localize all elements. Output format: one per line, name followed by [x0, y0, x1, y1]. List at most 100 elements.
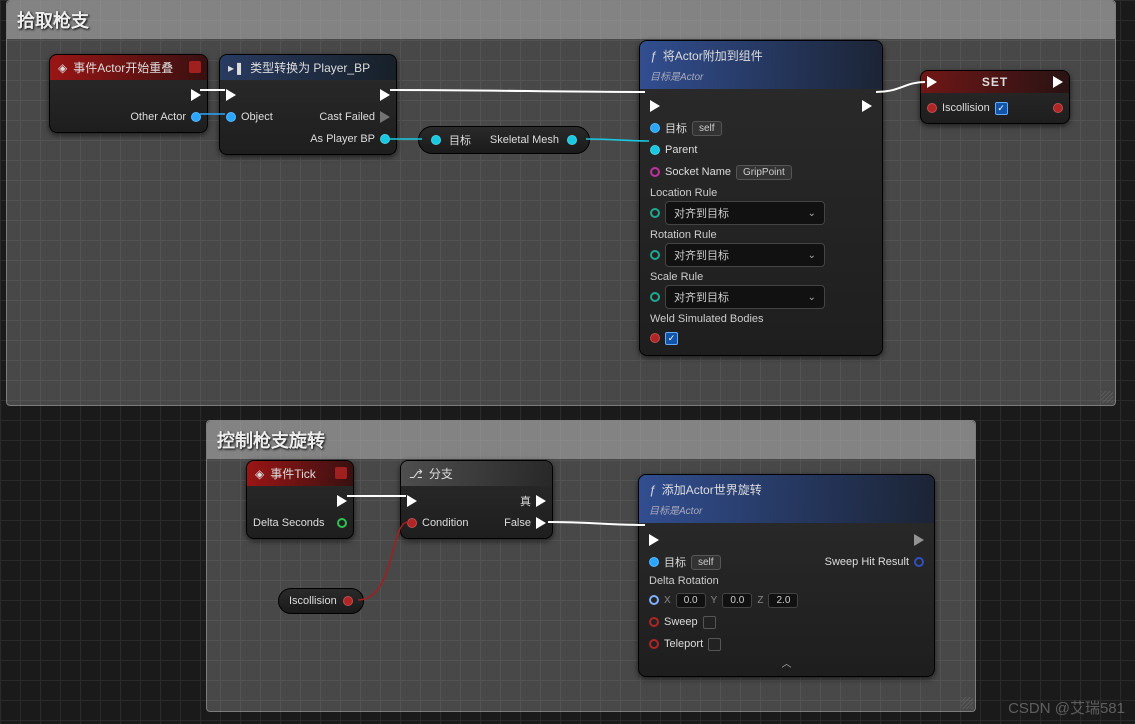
target-pin[interactable] [431, 135, 441, 145]
sweep-pin[interactable] [649, 617, 659, 627]
parent-label: Parent [665, 144, 697, 156]
object-pin[interactable] [226, 112, 236, 122]
weld-label: Weld Simulated Bodies [650, 313, 872, 327]
true-exec-pin[interactable] [536, 495, 546, 507]
self-chip: self [692, 121, 722, 136]
sweep-label: Sweep [664, 616, 698, 628]
rotation-rule-dropdown[interactable]: 对齐到目标⌄ [665, 243, 825, 267]
node-event-tick[interactable]: ◈ 事件Tick Delta Seconds [246, 460, 354, 539]
sweep-checkbox[interactable] [703, 616, 716, 629]
exec-in-pin[interactable] [226, 89, 236, 101]
exec-out-pin[interactable] [380, 89, 390, 101]
cast-failed-label: Cast Failed [319, 111, 375, 123]
scale-rule-pin[interactable] [650, 292, 660, 302]
resize-handle-icon[interactable] [1101, 391, 1113, 403]
exec-in-pin[interactable] [927, 76, 937, 88]
exec-in-pin[interactable] [649, 534, 659, 546]
exec-in-pin[interactable] [407, 495, 417, 507]
sweep-hit-result-label: Sweep Hit Result [825, 556, 909, 568]
node-title: 将Actor附加到组件 [663, 47, 763, 64]
scale-rule-dropdown[interactable]: 对齐到目标⌄ [665, 285, 825, 309]
iscollision-out-pin[interactable] [1053, 103, 1063, 113]
node-header: ƒ添加Actor世界旋转 目标是Actor [639, 475, 934, 523]
rot-x-input[interactable] [676, 593, 706, 608]
socket-value[interactable]: GripPoint [736, 165, 792, 180]
node-iscollision-getter[interactable]: Iscollision [278, 588, 364, 614]
watermark: CSDN @艾瑞581 [1008, 697, 1125, 718]
skeletal-mesh-out-pin[interactable] [567, 135, 577, 145]
exec-out-pin[interactable] [862, 100, 872, 112]
iscollision-var-label: Iscollision [289, 595, 337, 607]
delta-rotation-label: Delta Rotation [649, 575, 924, 589]
as-player-bp-label: As Player BP [310, 133, 375, 145]
self-chip: self [691, 555, 721, 570]
exec-out-pin[interactable] [337, 495, 347, 507]
sweep-hit-result-pin[interactable] [914, 557, 924, 567]
weld-pin[interactable] [650, 333, 660, 343]
cast-failed-pin[interactable] [380, 111, 390, 123]
target-label: 目标 [449, 132, 471, 148]
skeletal-mesh-label: Skeletal Mesh [490, 134, 559, 146]
target-pin[interactable] [649, 557, 659, 567]
node-branch[interactable]: ⎇ 分支 真 Condition False [400, 460, 553, 539]
breakpoint-icon[interactable] [335, 467, 347, 479]
node-header: ◈ 事件Actor开始重叠 [50, 55, 207, 80]
location-rule-label: Location Rule [650, 187, 872, 201]
exec-out-pin[interactable] [914, 534, 924, 546]
node-skeletal-mesh-getter[interactable]: 目标 Skeletal Mesh [418, 126, 590, 154]
node-cast-player-bp[interactable]: ▸❚ 类型转换为 Player_BP Object Cast Failed As… [219, 54, 397, 155]
node-attach-actor-to-component[interactable]: ƒ将Actor附加到组件 目标是Actor 目标self Parent Sock… [639, 40, 883, 356]
rotation-rule-pin[interactable] [650, 250, 660, 260]
weld-checkbox[interactable]: ✓ [665, 332, 678, 345]
exec-in-pin[interactable] [650, 100, 660, 112]
node-header: ⎇ 分支 [401, 461, 552, 486]
socket-name-pin[interactable] [650, 167, 660, 177]
delta-seconds-pin[interactable] [337, 518, 347, 528]
function-icon: ƒ [650, 49, 657, 63]
comment-title: 拾取枪支 [7, 1, 1115, 39]
resize-handle-icon[interactable] [961, 697, 973, 709]
delta-rotation-pin[interactable] [649, 595, 659, 605]
actor-pin[interactable] [191, 112, 201, 122]
breakpoint-icon[interactable] [189, 61, 201, 73]
iscollision-out-pin[interactable] [343, 596, 353, 606]
rot-z-input[interactable] [768, 593, 798, 608]
iscollision-in-pin[interactable] [927, 103, 937, 113]
object-label: Object [241, 111, 273, 123]
false-label: False [504, 517, 531, 529]
delta-seconds-label: Delta Seconds [253, 517, 325, 529]
other-actor-label: Other Actor [130, 111, 186, 123]
rot-y-input[interactable] [722, 593, 752, 608]
node-header: ƒ将Actor附加到组件 目标是Actor [640, 41, 882, 89]
teleport-pin[interactable] [649, 639, 659, 649]
iscollision-checkbox[interactable]: ✓ [995, 102, 1008, 115]
node-title: 类型转换为 Player_BP [250, 59, 370, 76]
teleport-checkbox[interactable] [708, 638, 721, 651]
event-icon: ◈ [255, 467, 264, 481]
target-label: 目标 [664, 554, 686, 570]
location-rule-pin[interactable] [650, 208, 660, 218]
socket-name-label: Socket Name [665, 166, 731, 178]
condition-pin[interactable] [407, 518, 417, 528]
node-title: SET [982, 75, 1008, 89]
event-icon: ◈ [58, 61, 67, 75]
condition-label: Condition [422, 517, 468, 529]
exec-out-pin[interactable] [191, 89, 201, 101]
node-header: ▸❚ 类型转换为 Player_BP [220, 55, 396, 80]
node-add-actor-world-rotation[interactable]: ƒ添加Actor世界旋转 目标是Actor 目标 self Sweep Hit R… [638, 474, 935, 677]
location-rule-dropdown[interactable]: 对齐到目标⌄ [665, 201, 825, 225]
function-icon: ƒ [649, 483, 656, 497]
node-subtitle: 目标是Actor [649, 502, 702, 517]
node-title: 分支 [429, 465, 453, 482]
false-exec-pin[interactable] [536, 517, 546, 529]
rotation-rule-label: Rotation Rule [650, 229, 872, 243]
exec-out-pin[interactable] [1053, 76, 1063, 88]
parent-pin[interactable] [650, 145, 660, 155]
chevron-up-icon[interactable]: ︿ [649, 655, 924, 670]
node-header: SET [921, 71, 1069, 93]
target-pin[interactable] [650, 123, 660, 133]
node-header: ◈ 事件Tick [247, 461, 353, 486]
node-set-iscollision[interactable]: SET Iscollision✓ [920, 70, 1070, 124]
as-player-bp-pin[interactable] [380, 134, 390, 144]
node-event-actor-begin-overlap[interactable]: ◈ 事件Actor开始重叠 Other Actor [49, 54, 208, 133]
